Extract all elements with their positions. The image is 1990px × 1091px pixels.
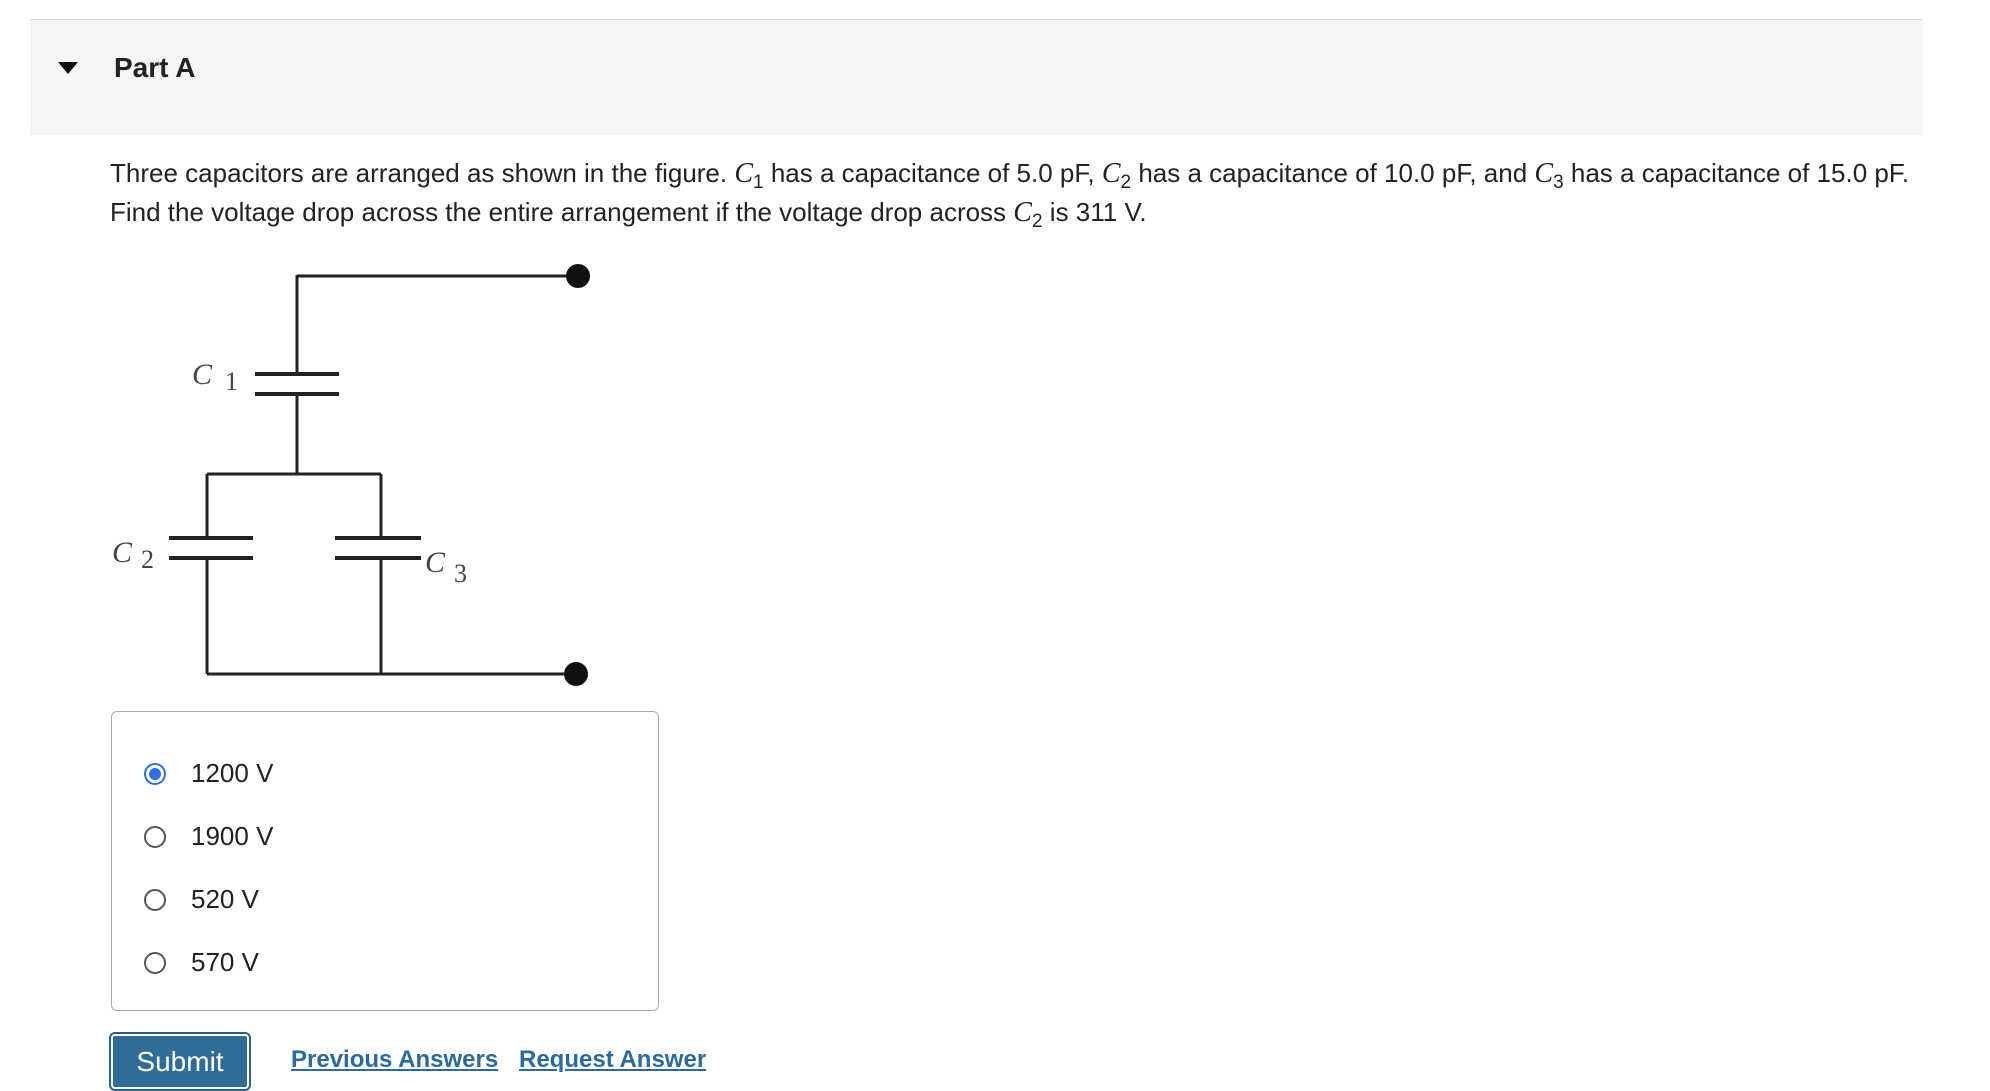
- choice-label: 1900 V: [191, 821, 274, 851]
- previous-answers-link[interactable]: Previous Answers: [291, 1046, 498, 1074]
- c3-label-subscript: 3: [454, 559, 467, 588]
- bottom-terminal: [564, 662, 588, 686]
- collapse-caret-icon[interactable]: [58, 62, 78, 74]
- submit-button[interactable]: Submit: [109, 1032, 251, 1091]
- question-text: Three capacitors are arranged as shown i…: [110, 158, 1910, 232]
- choice-label: 1200 V: [191, 758, 274, 788]
- choice-1900v[interactable]: 1900 V: [144, 821, 273, 852]
- answer-choices: 1200 V 1900 V 520 V 570 V: [111, 711, 659, 1011]
- radio-icon[interactable]: [144, 888, 166, 911]
- capacitor-circuit-figure: C C C 1 2 3: [112, 264, 590, 686]
- request-answer-link[interactable]: Request Answer: [519, 1046, 706, 1074]
- radio-selected-icon[interactable]: [144, 762, 166, 785]
- choice-570v[interactable]: 570 V: [144, 947, 259, 978]
- choice-520v[interactable]: 520 V: [144, 884, 259, 915]
- choice-1200v[interactable]: 1200 V: [144, 758, 273, 789]
- top-terminal: [566, 264, 590, 288]
- c3-label: C: [425, 546, 446, 579]
- choice-label: 570 V: [191, 947, 259, 977]
- c2-label: C: [112, 536, 133, 569]
- part-header[interactable]: [30, 20, 1923, 135]
- radio-icon[interactable]: [144, 951, 166, 974]
- radio-icon[interactable]: [144, 825, 166, 848]
- choice-label: 520 V: [191, 884, 259, 914]
- c1-label-subscript: 1: [225, 367, 238, 396]
- c1-label: C: [192, 358, 213, 391]
- part-title: Part A: [114, 52, 196, 83]
- c2-label-subscript: 2: [141, 545, 154, 574]
